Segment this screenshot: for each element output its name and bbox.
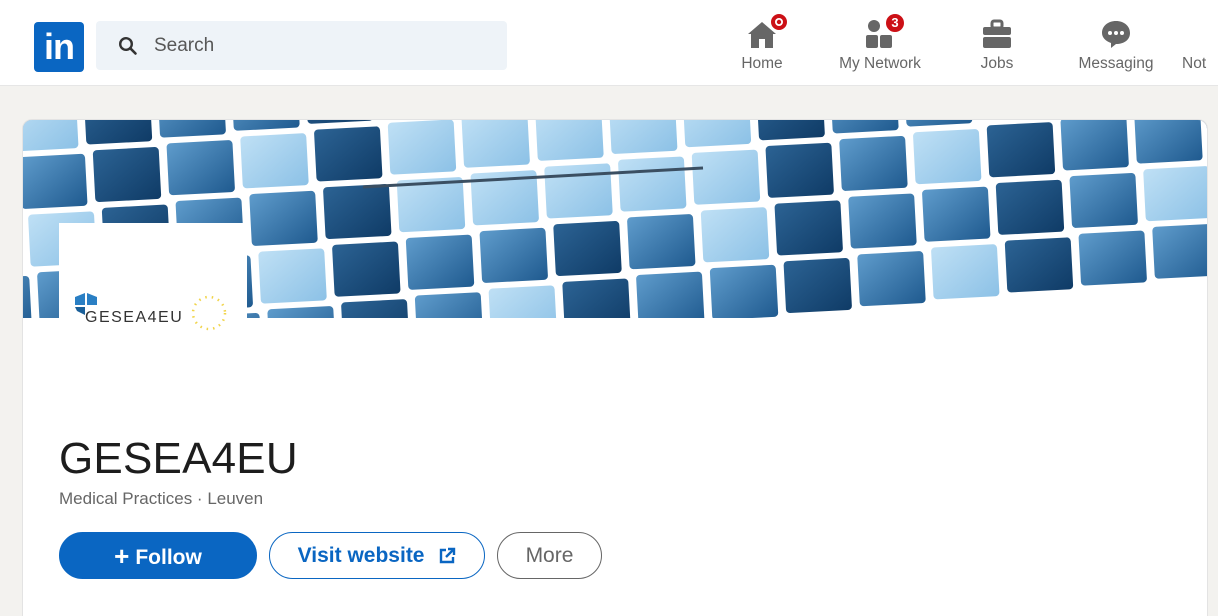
global-nav: in Home 3 My Network J (0, 0, 1218, 86)
cover-tile (405, 234, 475, 290)
cover-tile (913, 129, 982, 185)
nav-label-jobs: Jobs (980, 55, 1014, 72)
cover-tile (636, 271, 705, 318)
cover-tile (240, 133, 309, 189)
cover-tile (387, 120, 457, 175)
cover-tile (682, 120, 752, 148)
plus-icon: + (114, 541, 130, 571)
company-logo: GESEA4EU (59, 223, 247, 341)
cover-tile (756, 120, 825, 141)
cover-tile (562, 278, 631, 318)
cover-tile (848, 193, 917, 249)
cover-tile (1060, 120, 1129, 171)
nav-item-notifications[interactable]: Not (1182, 14, 1218, 80)
cover-tile (332, 241, 401, 297)
company-profile-card: GESEA4EU GESEA4EU Medical Practices · Le… (22, 119, 1208, 616)
linkedin-logo-text: in (44, 26, 75, 67)
cover-tile (922, 186, 991, 242)
cover-tile (23, 120, 79, 152)
cover-tile (553, 221, 622, 277)
nav-item-my-network[interactable]: 3 My Network (829, 12, 931, 80)
search-icon (118, 36, 137, 55)
cover-tile (700, 207, 770, 263)
cover-tile (1004, 237, 1074, 293)
visit-website-label: Visit website (297, 544, 425, 567)
network-badge: 3 (884, 12, 906, 34)
nav-label-my-network: My Network (839, 55, 921, 72)
cover-tile (166, 140, 235, 196)
cover-tile (709, 264, 779, 318)
follow-label: Follow (135, 546, 202, 569)
cover-tile (1143, 166, 1207, 222)
cover-tile (461, 120, 530, 168)
nav-item-home[interactable]: Home (731, 12, 793, 80)
cover-tile (783, 258, 852, 314)
home-notification-dot (769, 12, 789, 32)
cover-tile (986, 122, 1056, 178)
cover-tile (258, 248, 327, 304)
briefcase-icon (983, 19, 1011, 48)
nav-label-messaging: Messaging (1078, 55, 1154, 72)
company-name: GESEA4EU (59, 434, 298, 483)
cover-tile (479, 227, 548, 283)
search-bar[interactable] (96, 21, 507, 70)
company-subtitle: Medical Practices · Leuven (59, 489, 264, 508)
cover-tile (544, 163, 613, 219)
cover-tile (609, 120, 678, 154)
search-input[interactable] (154, 33, 484, 59)
svg-text:GESEA4EU: GESEA4EU (85, 309, 183, 326)
more-button[interactable]: More (497, 532, 602, 579)
nav-label-home: Home (741, 55, 783, 72)
cover-tile (249, 190, 318, 246)
cover-tile (774, 200, 843, 256)
nav-label-notifications: Not (1182, 55, 1207, 72)
linkedin-logo[interactable]: in (34, 22, 84, 72)
cover-tile (995, 179, 1065, 235)
cover-tile (1078, 230, 1147, 286)
company-logo-mark: GESEA4EU (75, 293, 227, 331)
cover-tile (1134, 120, 1203, 164)
cover-tile (1152, 223, 1207, 279)
cover-tile (535, 120, 604, 161)
external-link-icon (440, 547, 456, 564)
nav-item-messaging[interactable]: Messaging (1071, 14, 1161, 80)
cover-tile (314, 126, 383, 182)
cover-tile (627, 214, 696, 270)
cover-tile (691, 149, 761, 205)
cover-tile (323, 184, 392, 240)
cover-tile (1069, 172, 1138, 228)
messaging-icon (1102, 21, 1130, 48)
cover-tile (618, 156, 687, 212)
cover-tile (488, 285, 557, 318)
cover-tile (931, 244, 1000, 300)
follow-button[interactable]: + Follow (59, 532, 257, 579)
cover-tile (857, 251, 926, 307)
cover-tile (92, 147, 162, 203)
cover-tile (839, 135, 908, 191)
cover-tile (83, 120, 153, 145)
cover-tile (414, 292, 484, 318)
cover-tile (23, 153, 88, 209)
nav-item-jobs[interactable]: Jobs (965, 14, 1029, 80)
cover-tile (765, 142, 834, 198)
visit-website-button[interactable]: Visit website (269, 532, 485, 579)
